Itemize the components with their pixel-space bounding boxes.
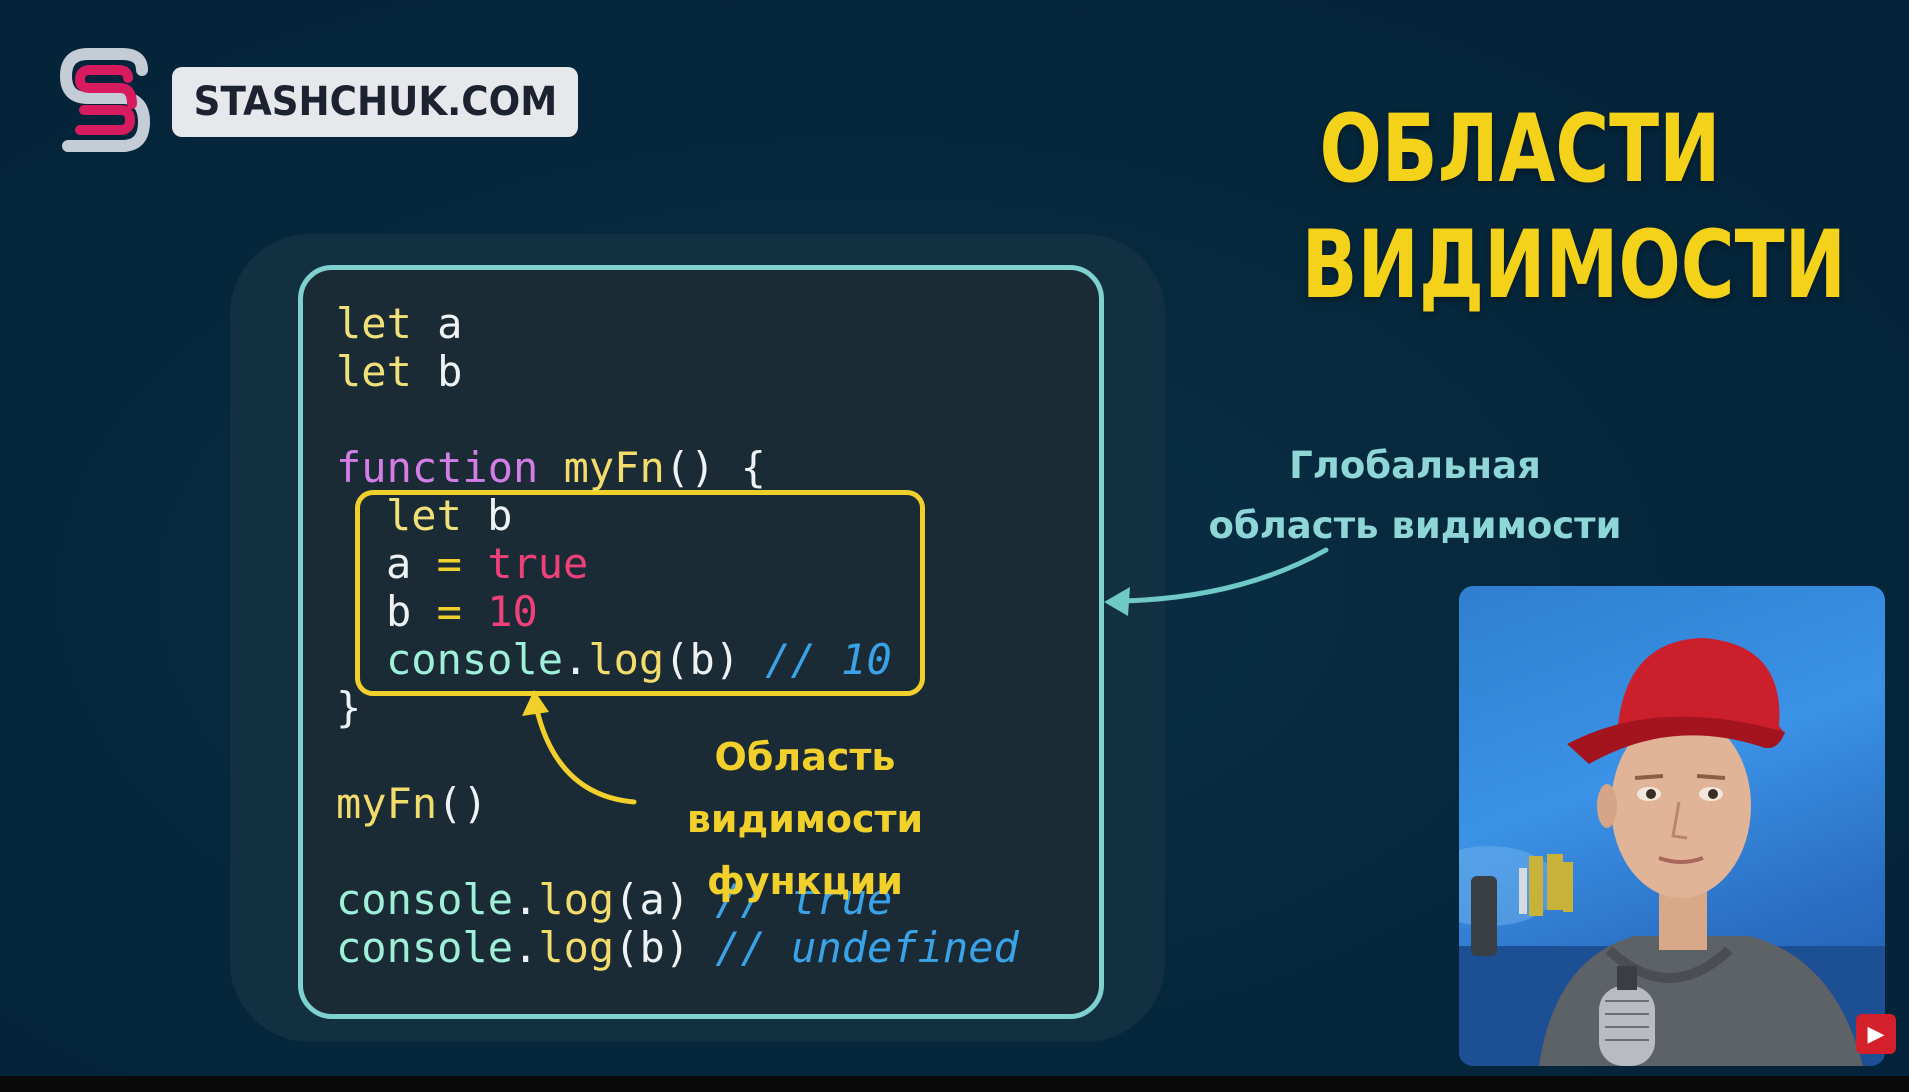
console-object: console — [336, 923, 514, 972]
function-name: myFn — [563, 443, 665, 492]
bottom-bar — [0, 1076, 1909, 1092]
literal-true: true — [487, 539, 589, 588]
global-scope-label: Глобальная область видимости — [1190, 436, 1640, 556]
logo-badge: STASHCHUK.COM — [172, 67, 578, 137]
literal-number: 10 — [487, 587, 538, 636]
code-line-inner-let-b: let b — [386, 492, 512, 540]
function-scope-label: Область видимости функции — [590, 726, 1020, 912]
presenter-video-feed — [1459, 586, 1885, 1066]
dot: . — [563, 635, 589, 684]
identifier: b — [386, 587, 412, 636]
code-line-let-b: let b — [336, 348, 462, 396]
identifier: a — [386, 539, 412, 588]
method-log: log — [538, 923, 615, 972]
keyword-let: let — [336, 299, 412, 348]
code-line-console-log-b: console.log(b) // undefined — [336, 924, 1019, 972]
code-line-let-a: let a — [336, 300, 462, 348]
call-args: (b) — [614, 923, 691, 972]
code-line-assign-b: b = 10 — [386, 588, 538, 636]
identifier: b — [487, 491, 513, 540]
operator: = — [436, 587, 462, 636]
logo-text: STASHCHUK.COM — [193, 79, 557, 125]
identifier: b — [437, 347, 463, 396]
stashchuk-s-logo-icon — [59, 48, 151, 152]
keyword-function: function — [336, 443, 539, 492]
slide-title: ОБЛАСТИ ВИДИМОСТИ — [1301, 92, 1846, 324]
code-line-close-brace: } — [336, 684, 361, 732]
console-object: console — [386, 635, 564, 684]
title-line-1: ОБЛАСТИ — [1319, 95, 1721, 204]
keyword-let: let — [336, 347, 412, 396]
keyword-let: let — [386, 491, 462, 540]
code-line-inner-console-log: console.log(b) // 10 — [386, 636, 892, 684]
function-scope-label-line-2: функции — [707, 859, 903, 903]
call-parens: () — [437, 779, 488, 828]
code-line-function-decl: function myFn() { — [336, 444, 766, 492]
identifier: a — [437, 299, 463, 348]
method-log: log — [588, 635, 665, 684]
title-line-2: ВИДИМОСТИ — [1301, 211, 1846, 320]
function-call-name: myFn — [336, 779, 438, 828]
code-line-call-myfn: myFn() — [336, 780, 488, 828]
operator: = — [436, 539, 462, 588]
youtube-subscribe-icon[interactable]: ▶ — [1856, 1014, 1896, 1054]
global-scope-label-line-2: область видимости — [1208, 504, 1622, 547]
dot: . — [513, 875, 539, 924]
function-scope-label-line-1: Область видимости — [686, 735, 924, 841]
code-comment: // undefined — [715, 923, 1019, 972]
closing-brace: } — [336, 683, 362, 732]
punctuation: () { — [664, 443, 766, 492]
console-object: console — [336, 875, 514, 924]
code-line-assign-a: a = true — [386, 540, 588, 588]
global-scope-label-line-1: Глобальная — [1289, 444, 1541, 487]
dot: . — [513, 923, 539, 972]
call-args: (b) — [664, 635, 741, 684]
presenter-illustration — [1459, 638, 1885, 1066]
code-comment: // 10 — [765, 635, 892, 684]
